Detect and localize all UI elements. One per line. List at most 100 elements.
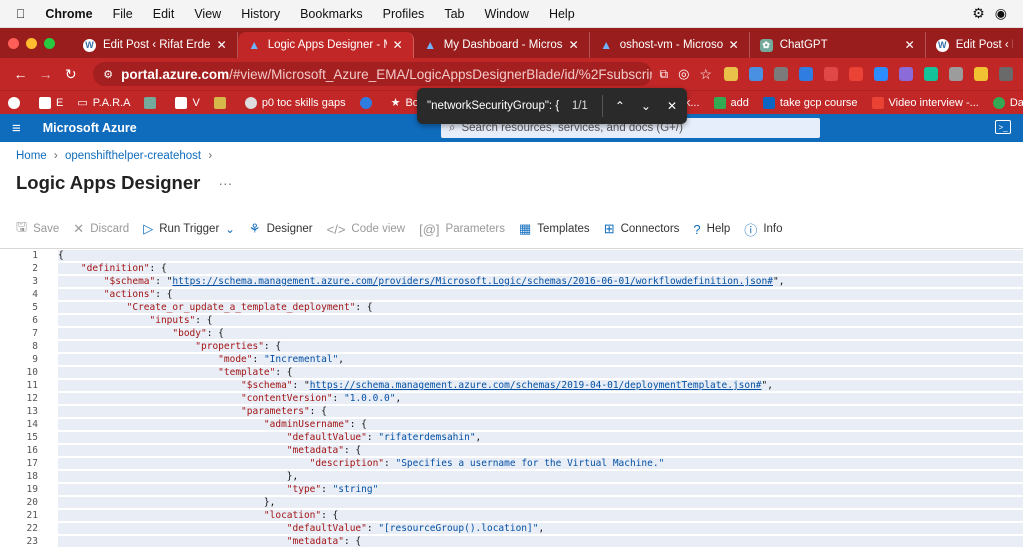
record-status-icon[interactable]: ◉ — [995, 5, 1007, 22]
bookmark-e[interactable]: E — [39, 96, 63, 109]
tab-edit-post-2[interactable]: W Edit Post ‹ Rifat — [926, 32, 1023, 58]
menu-help[interactable]: Help — [549, 7, 575, 21]
menu-view[interactable]: View — [194, 7, 221, 21]
discard-button[interactable]: ✕ Discard — [73, 221, 129, 237]
lens-icon[interactable]: ◎ — [678, 66, 689, 82]
tab-oshost-vm[interactable]: ▲ oshost-vm - Microsoft Azure ✕ — [590, 32, 750, 58]
menu-tab[interactable]: Tab — [444, 7, 464, 21]
run-trigger-button[interactable]: ▷ Run Trigger ⌄ — [143, 221, 235, 237]
code-line[interactable]: 6 "inputs": { — [0, 314, 1023, 327]
more-options-icon[interactable]: ··· — [218, 175, 232, 191]
find-input[interactable]: "networkSecurityGroup": { — [427, 100, 572, 112]
code-line[interactable]: 3 "$schema": "https://schema.management.… — [0, 275, 1023, 288]
grammarly-icon[interactable] — [924, 67, 939, 81]
close-tab-icon[interactable]: ✕ — [729, 38, 739, 52]
code-line[interactable]: 15 "defaultValue": "rifaterdemsahin", — [0, 431, 1023, 444]
extension-icon[interactable] — [849, 67, 864, 81]
bookmark-data[interactable]: Data — [992, 96, 1023, 109]
templates-button[interactable]: ▦ Templates — [519, 221, 590, 237]
bookmark-wordpress[interactable] — [8, 96, 25, 109]
code-line[interactable]: 23 "metadata": { — [0, 535, 1023, 548]
code-line[interactable]: 21 "location": { — [0, 509, 1023, 522]
zoom-window-icon[interactable] — [44, 37, 55, 49]
bookmark-v[interactable]: V — [175, 96, 200, 109]
code-line[interactable]: 20 }, — [0, 496, 1023, 509]
save-button[interactable]: 🖫 Save — [16, 218, 59, 240]
menu-chrome[interactable]: Chrome — [45, 7, 92, 21]
code-line[interactable]: 7 "body": { — [0, 327, 1023, 340]
extension-icon[interactable] — [824, 67, 839, 81]
minimize-window-icon[interactable] — [26, 37, 37, 49]
find-next-icon[interactable]: ⌄ — [641, 99, 651, 113]
code-line[interactable]: 10 "template": { — [0, 366, 1023, 379]
close-window-icon[interactable] — [8, 37, 19, 49]
tab-chatgpt[interactable]: ✿ ChatGPT ✕ — [750, 32, 926, 58]
close-tab-icon[interactable]: ✕ — [393, 38, 403, 52]
code-line[interactable]: 2 "definition": { — [0, 262, 1023, 275]
reload-icon[interactable]: ↻ — [60, 66, 81, 83]
extension-icon[interactable] — [799, 67, 814, 81]
code-line[interactable]: 5 "Create_or_update_a_template_deploymen… — [0, 301, 1023, 314]
close-tab-icon[interactable]: ✕ — [217, 38, 227, 52]
menu-history[interactable]: History — [241, 7, 280, 21]
extension-icon[interactable] — [724, 67, 739, 81]
bookmark-add[interactable]: add — [713, 96, 749, 109]
extension-icon[interactable] — [774, 67, 789, 81]
help-button[interactable]: ? Help — [693, 222, 730, 237]
close-tab-icon[interactable]: ✕ — [905, 38, 915, 52]
menu-edit[interactable]: Edit — [153, 7, 175, 21]
find-previous-icon[interactable]: ⌃ — [615, 99, 625, 113]
code-line[interactable]: 18 }, — [0, 470, 1023, 483]
code-line[interactable]: 16 "metadata": { — [0, 444, 1023, 457]
bookmark-chatgpt[interactable] — [144, 96, 161, 109]
tab-my-dashboard[interactable]: ▲ My Dashboard - Microsoft Azure ✕ — [414, 32, 590, 58]
site-settings-icon[interactable]: ⚙ — [103, 68, 113, 81]
code-editor[interactable]: 1{2 "definition": {3 "$schema": "https:/… — [0, 248, 1023, 547]
zoom-extension-icon[interactable] — [874, 67, 889, 81]
info-button[interactable]: ⓘ Info — [744, 220, 782, 239]
code-line[interactable]: 9 "mode": "Incremental", — [0, 353, 1023, 366]
bookmark-para[interactable]: ▭ P.A.R.A — [77, 96, 130, 110]
back-arrow-icon[interactable]: ← — [10, 66, 31, 82]
code-line[interactable]: 11 "$schema": "https://schema.management… — [0, 379, 1023, 392]
code-line[interactable]: 17 "description": "Specifies a username … — [0, 457, 1023, 470]
code-line[interactable]: 8 "properties": { — [0, 340, 1023, 353]
extension-icon[interactable] — [999, 67, 1014, 81]
menu-file[interactable]: File — [113, 7, 133, 21]
code-line[interactable]: 14 "adminUsername": { — [0, 418, 1023, 431]
tab-logic-apps-designer[interactable]: ▲ Logic Apps Designer - Microsoft Azure … — [237, 32, 414, 58]
code-line[interactable]: 1{ — [0, 249, 1023, 262]
code-line[interactable]: 13 "parameters": { — [0, 405, 1023, 418]
hamburger-menu-icon[interactable]: ≡ — [12, 120, 21, 137]
gear-status-icon[interactable]: ⚙ — [972, 5, 985, 22]
cloud-shell-icon[interactable]: >_ — [995, 120, 1011, 134]
menu-bookmarks[interactable]: Bookmarks — [300, 7, 363, 21]
parameters-button[interactable]: [@] Parameters — [419, 222, 505, 237]
bookmark-video-interview[interactable]: Video interview -... — [871, 96, 979, 109]
bookmark-star-icon[interactable]: ☆ — [699, 66, 712, 83]
breadcrumb-home[interactable]: Home — [16, 150, 47, 162]
menu-profiles[interactable]: Profiles — [383, 7, 425, 21]
extension-icon[interactable] — [899, 67, 914, 81]
code-line[interactable]: 4 "actions": { — [0, 288, 1023, 301]
extension-icon[interactable] — [974, 67, 989, 81]
extension-icon[interactable] — [949, 67, 964, 81]
bookmark-p0-toc[interactable]: p0 toc skills gaps — [244, 96, 346, 109]
code-view-button[interactable]: </> Code view — [327, 222, 406, 237]
apple-menu-icon[interactable]:  — [16, 7, 25, 21]
bookmark-figure[interactable] — [213, 96, 231, 109]
address-bar[interactable]: ⚙ portal.azure.com /#view/Microsoft_Azur… — [93, 62, 652, 86]
extension-icon[interactable] — [749, 67, 764, 81]
code-line[interactable]: 12 "contentVersion": "1.0.0.0", — [0, 392, 1023, 405]
bookmark-c[interactable] — [359, 96, 377, 109]
tab-edit-post[interactable]: W Edit Post ‹ Rifat Erdem Sahin ✕ — [73, 32, 238, 58]
cast-icon[interactable]: ⧉ — [660, 67, 669, 82]
designer-button[interactable]: ⚘ Designer — [249, 221, 313, 237]
close-tab-icon[interactable]: ✕ — [569, 38, 579, 52]
menu-window[interactable]: Window — [484, 7, 528, 21]
azure-brand[interactable]: Microsoft Azure — [43, 121, 137, 135]
code-line[interactable]: 19 "type": "string" — [0, 483, 1023, 496]
breadcrumb-item[interactable]: openshifthelper-createhost — [65, 150, 201, 162]
connectors-button[interactable]: ⊞ Connectors — [604, 221, 680, 237]
code-line[interactable]: 22 "defaultValue": "[resourceGroup().loc… — [0, 522, 1023, 535]
